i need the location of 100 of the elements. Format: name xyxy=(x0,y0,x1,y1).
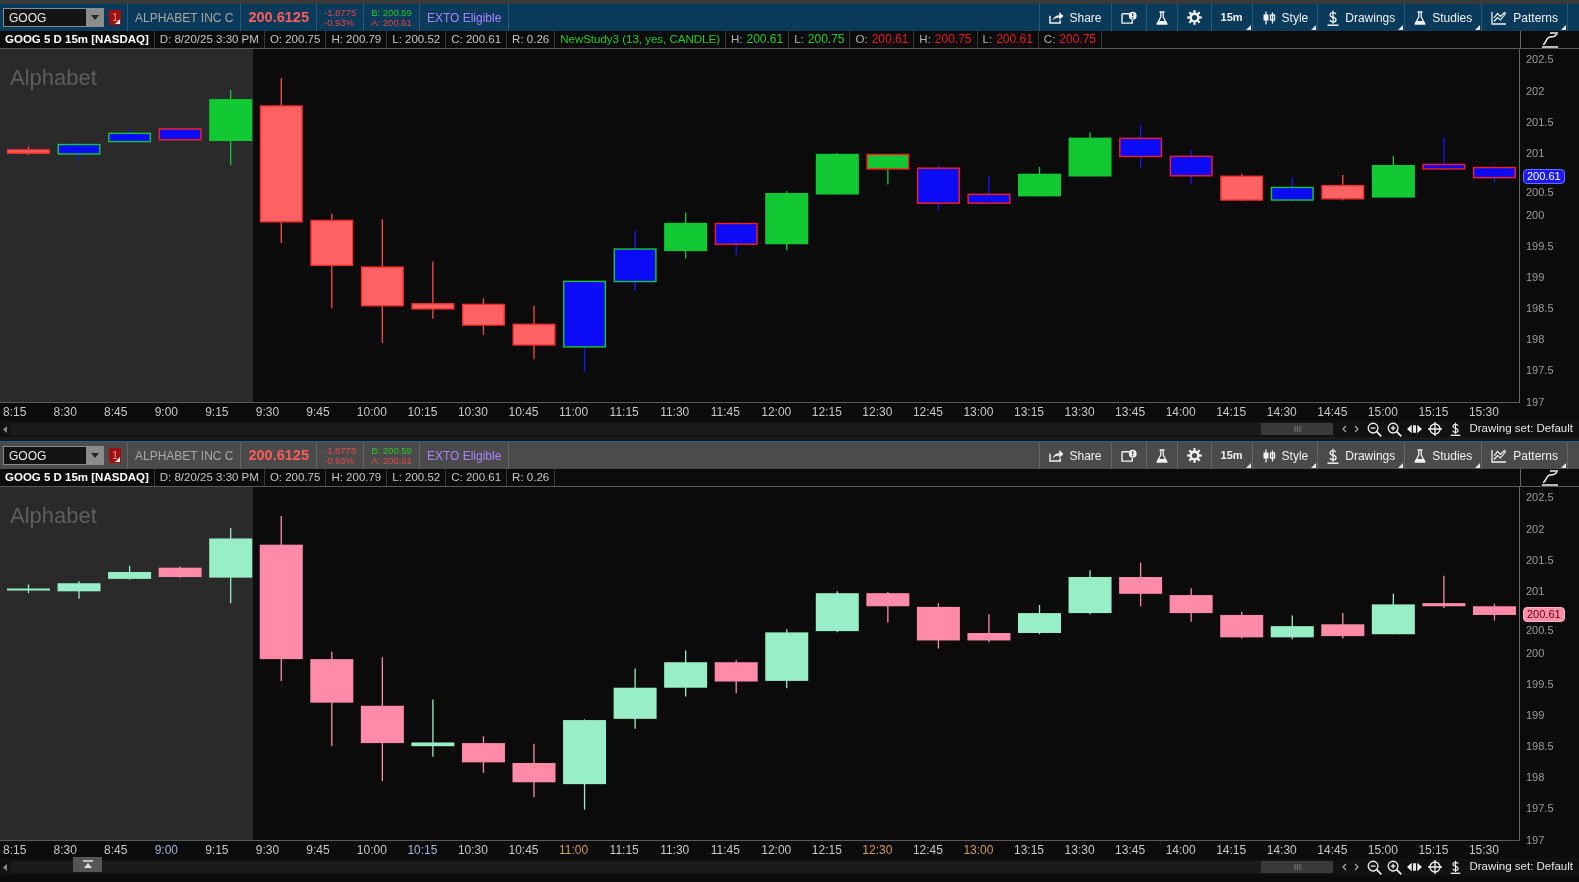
price-tick-label: 197 xyxy=(1526,394,1545,409)
chevron-left-icon[interactable] xyxy=(1342,863,1348,871)
study-value: 200.75 xyxy=(934,31,972,48)
crosshair-icon[interactable] xyxy=(1428,422,1443,436)
price-tick-label: 200.5 xyxy=(1526,185,1554,200)
last-price: 200.6125 xyxy=(248,7,309,27)
scrollbar-thumb[interactable] xyxy=(1261,861,1334,873)
price-tick-label: 199.5 xyxy=(1526,677,1554,691)
last-price-marker: 200.61 xyxy=(1523,169,1565,185)
link-group-badge[interactable]: 1 xyxy=(109,10,121,25)
alert-icon xyxy=(1120,11,1137,24)
chart-title: GOOG 5 D 15m [NASDAQ] xyxy=(0,31,155,48)
time-tick-label: 12:00 xyxy=(761,405,792,419)
price-tick-label: 200 xyxy=(1526,207,1545,222)
zoom-out-icon[interactable] xyxy=(1367,859,1383,875)
collapse-button[interactable] xyxy=(73,857,102,872)
dropdown-corner-icon xyxy=(1245,463,1251,468)
time-tick-label: 14:00 xyxy=(1165,405,1196,419)
price-tick-label: 202 xyxy=(1526,83,1545,98)
price-tick-label: 198 xyxy=(1526,770,1545,785)
scroll-left-icon[interactable] xyxy=(3,863,7,871)
flask-icon xyxy=(1414,448,1427,463)
time-tick-label: 14:45 xyxy=(1317,843,1348,857)
time-tick-label: 8:45 xyxy=(104,405,128,419)
dropdown-corner-icon xyxy=(1475,25,1481,30)
dropdown-button[interactable] xyxy=(86,8,104,27)
last-price-marker: 200.61 xyxy=(1523,607,1565,623)
candlestick-icon xyxy=(1261,10,1276,25)
time-tick-label: 11:00 xyxy=(559,843,589,857)
scroll-left-icon[interactable] xyxy=(3,425,7,433)
quote-info: C: 200.61 xyxy=(446,469,508,486)
price-tick-label: 201.5 xyxy=(1526,552,1554,567)
price-tick-label: 200.5 xyxy=(1526,623,1554,638)
company-name: ALPHABET INC C xyxy=(135,447,234,465)
alert-icon xyxy=(1120,449,1137,462)
study-field-label: H: xyxy=(731,32,743,47)
percent-change: -0.93% xyxy=(323,455,356,466)
zoom-in-icon[interactable] xyxy=(1387,421,1403,437)
drawing-set-label[interactable]: Drawing set: Default xyxy=(1469,858,1573,876)
time-tick-label: 8:15 xyxy=(3,405,27,419)
link-group-badge[interactable]: 1 xyxy=(109,448,121,463)
dropdown-corner-icon xyxy=(1245,25,1251,30)
chevron-right-icon[interactable] xyxy=(1354,863,1360,871)
flask-icon xyxy=(1414,10,1427,25)
price-tick-label: 197.5 xyxy=(1526,801,1554,816)
time-tick-label: 12:45 xyxy=(912,843,943,857)
percent-change: -0.93% xyxy=(323,17,356,28)
time-tick-label: 8:30 xyxy=(53,405,77,419)
time-tick-label: 12:15 xyxy=(811,843,842,857)
scrollbar-thumb[interactable] xyxy=(1261,423,1334,435)
last-price: 200.6125 xyxy=(248,445,309,465)
time-tick-label: 9:00 xyxy=(154,843,178,857)
time-tick-label: 13:45 xyxy=(1115,405,1146,419)
drawing-set-label[interactable]: Drawing set: Default xyxy=(1469,420,1573,438)
time-tick-label: 13:00 xyxy=(963,405,994,419)
time-tick-label: 10:30 xyxy=(457,843,488,857)
time-tick-label: 11:30 xyxy=(660,405,690,419)
time-tick-label: 15:15 xyxy=(1418,405,1449,419)
dropdown-button[interactable] xyxy=(86,446,104,465)
price-tick-label: 198 xyxy=(1526,332,1545,347)
quote-info: R: 0.26 xyxy=(507,469,556,486)
chevron-right-icon[interactable] xyxy=(1354,425,1360,433)
company-name: ALPHABET INC C xyxy=(135,9,234,27)
time-tick-label: 9:30 xyxy=(255,405,280,419)
net-change: -1.8775 xyxy=(323,7,357,18)
dollar-icon[interactable] xyxy=(1450,422,1462,436)
time-tick-label: 10:45 xyxy=(508,405,539,419)
time-tick-label: 10:15 xyxy=(407,843,438,857)
caret-down-icon xyxy=(91,453,99,458)
time-tick-label: 12:30 xyxy=(862,843,893,857)
price-tick-label: 198.5 xyxy=(1526,301,1554,316)
dropdown-corner-icon xyxy=(1311,463,1317,468)
study-field-label: L: xyxy=(794,32,804,47)
pattern-icon xyxy=(1491,10,1508,25)
dropdown-corner-icon xyxy=(115,19,120,24)
crosshair-icon[interactable] xyxy=(1428,860,1443,874)
chevron-left-icon[interactable] xyxy=(1342,425,1348,433)
curve-icon[interactable] xyxy=(1541,469,1559,486)
time-tick-label: 13:00 xyxy=(963,843,994,857)
study-field-label: H: xyxy=(919,32,931,47)
zoom-in-icon[interactable] xyxy=(1387,859,1403,875)
pan-icon[interactable] xyxy=(1407,424,1423,434)
pan-icon[interactable] xyxy=(1407,862,1423,872)
time-tick-label: 11:15 xyxy=(609,843,639,857)
time-tick-label: 10:45 xyxy=(508,843,539,857)
time-tick-label: 12:15 xyxy=(811,405,842,419)
time-tick-label: 14:15 xyxy=(1216,843,1247,857)
time-tick-label: 14:30 xyxy=(1266,405,1297,419)
price-tick-label: 202 xyxy=(1526,521,1545,536)
symbol-field[interactable]: GOOG xyxy=(3,8,86,27)
quote-info: R: 0.26 xyxy=(507,31,556,48)
dollar-icon[interactable] xyxy=(1450,860,1462,874)
exto-status: EXTO Eligible xyxy=(426,447,502,465)
curve-icon[interactable] xyxy=(1541,31,1559,48)
zoom-out-icon[interactable] xyxy=(1367,421,1383,437)
time-tick-label: 15:00 xyxy=(1367,405,1398,419)
time-tick-label: 9:30 xyxy=(255,843,280,857)
net-change: -1.8775 xyxy=(323,445,357,456)
time-tick-label: 11:15 xyxy=(609,405,639,419)
symbol-field[interactable]: GOOG xyxy=(3,446,86,465)
